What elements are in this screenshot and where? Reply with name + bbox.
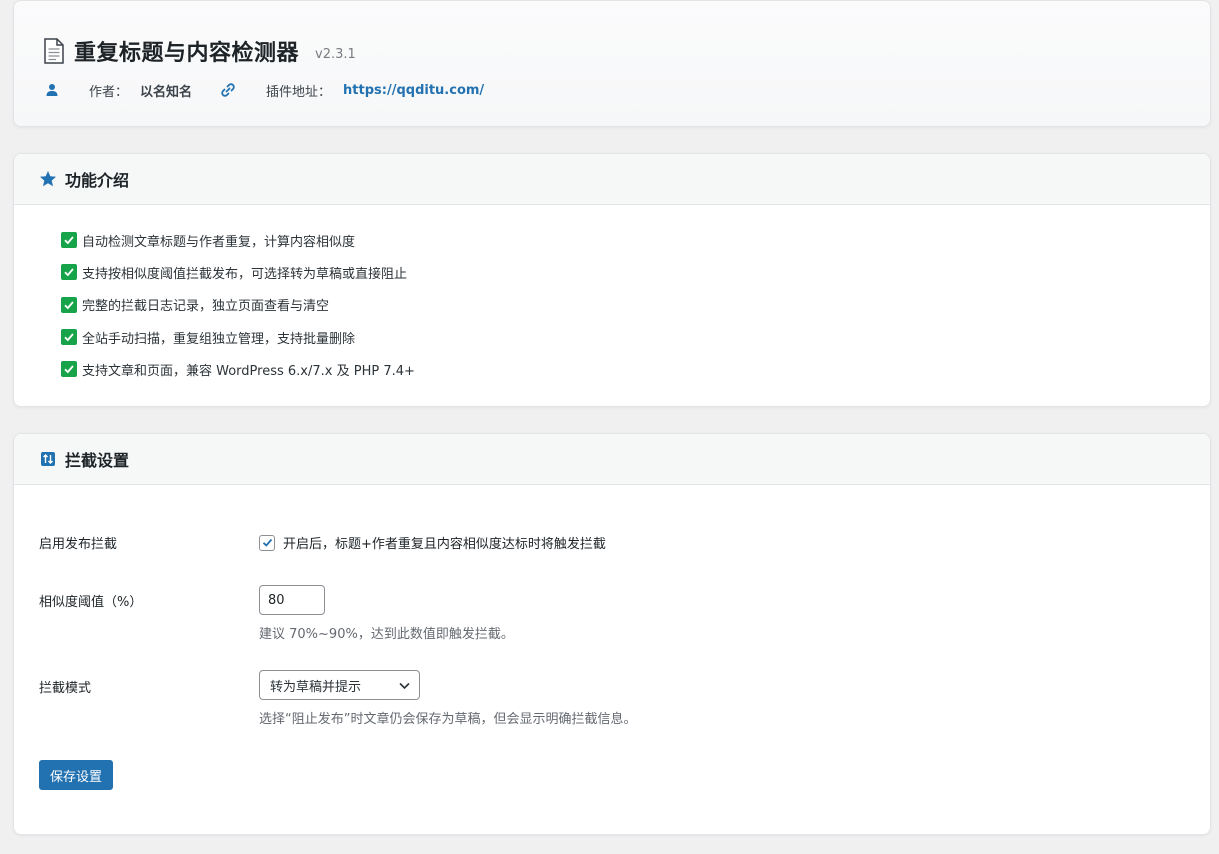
threshold-hint: 建议 70%~90%，达到此数值即触发拦截。 — [259, 627, 514, 642]
checkbox-check-icon — [262, 538, 272, 547]
threshold-input[interactable] — [259, 585, 325, 615]
settings-card: 拦截设置 启用发布拦截 开启后，标题+作者重复且内容相似度达标时将触发拦截 相似… — [13, 433, 1211, 835]
mode-hint: 选择“阻止发布”时文章仍会保存为草稿，但会显示明确拦截信息。 — [259, 712, 637, 727]
features-list: 自动检测文章标题与作者重复，计算内容相似度 支持按相似度阈值拦截发布，可选择转为… — [61, 224, 415, 385]
check-mark-icon — [61, 264, 77, 281]
feature-text: 完整的拦截日志记录，独立页面查看与清空 — [82, 299, 330, 315]
feature-item: 完整的拦截日志记录，独立页面查看与清空 — [61, 289, 415, 321]
check-mark-icon — [61, 361, 77, 378]
settings-header: 拦截设置 — [14, 434, 1210, 485]
user-icon — [46, 84, 58, 96]
feature-text: 全站手动扫描，重复组独立管理，支持批量删除 — [82, 331, 356, 347]
site-link[interactable]: https://qqditu.com/ — [343, 83, 484, 98]
mode-select-value: 转为草稿并提示 — [270, 679, 362, 695]
plugin-header-card: 重复标题与内容检测器 v2.3.1 作者： 以名知名 插件地址： https:/… — [13, 0, 1211, 127]
enable-intercept-field[interactable]: 开启后，标题+作者重复且内容相似度达标时将触发拦截 — [259, 533, 606, 552]
feature-text: 自动检测文章标题与作者重复，计算内容相似度 — [82, 234, 356, 250]
check-mark-icon — [61, 232, 77, 249]
check-mark-icon — [61, 296, 77, 313]
check-mark-icon — [61, 329, 77, 346]
enable-intercept-checkbox[interactable] — [259, 534, 275, 551]
sort-icon — [41, 452, 55, 466]
mode-select[interactable]: 转为草稿并提示 — [259, 670, 420, 700]
feature-text: 支持文章和页面，兼容 WordPress 6.x/7.x 及 PHP 7.4+ — [82, 363, 415, 379]
star-icon — [40, 171, 56, 187]
meta-row: 作者： 以名知名 插件地址： https://qqditu.com/ — [45, 79, 484, 101]
document-icon — [44, 38, 64, 64]
chevron-down-icon — [399, 682, 410, 690]
feature-item: 支持文章和页面，兼容 WordPress 6.x/7.x 及 PHP 7.4+ — [61, 353, 415, 385]
enable-intercept-description: 开启后，标题+作者重复且内容相似度达标时将触发拦截 — [283, 537, 606, 552]
version-badge: v2.3.1 — [315, 46, 356, 62]
site-label: 插件地址： — [266, 84, 332, 100]
enable-intercept-label: 启用发布拦截 — [39, 537, 118, 552]
settings-title: 拦截设置 — [65, 451, 130, 470]
features-card: 功能介绍 自动检测文章标题与作者重复，计算内容相似度 支持按相似度阈值拦截发布，… — [13, 153, 1211, 407]
author-name: 以名知名 — [140, 84, 193, 100]
mode-label: 拦截模式 — [39, 681, 92, 696]
title-row: 重复标题与内容检测器 v2.3.1 — [44, 33, 356, 69]
features-header: 功能介绍 — [14, 154, 1210, 205]
save-settings-button[interactable]: 保存设置 — [39, 760, 113, 790]
features-title: 功能介绍 — [65, 171, 130, 190]
threshold-label: 相似度阈值（%） — [39, 595, 143, 610]
feature-text: 支持按相似度阈值拦截发布，可选择转为草稿或直接阻止 — [82, 266, 408, 282]
feature-item: 支持按相似度阈值拦截发布，可选择转为草稿或直接阻止 — [61, 256, 415, 288]
feature-item: 全站手动扫描，重复组独立管理，支持批量删除 — [61, 321, 415, 353]
link-icon — [221, 83, 235, 97]
page-title: 重复标题与内容检测器 — [74, 41, 300, 66]
feature-item: 自动检测文章标题与作者重复，计算内容相似度 — [61, 224, 415, 256]
author-label: 作者： — [89, 84, 129, 100]
